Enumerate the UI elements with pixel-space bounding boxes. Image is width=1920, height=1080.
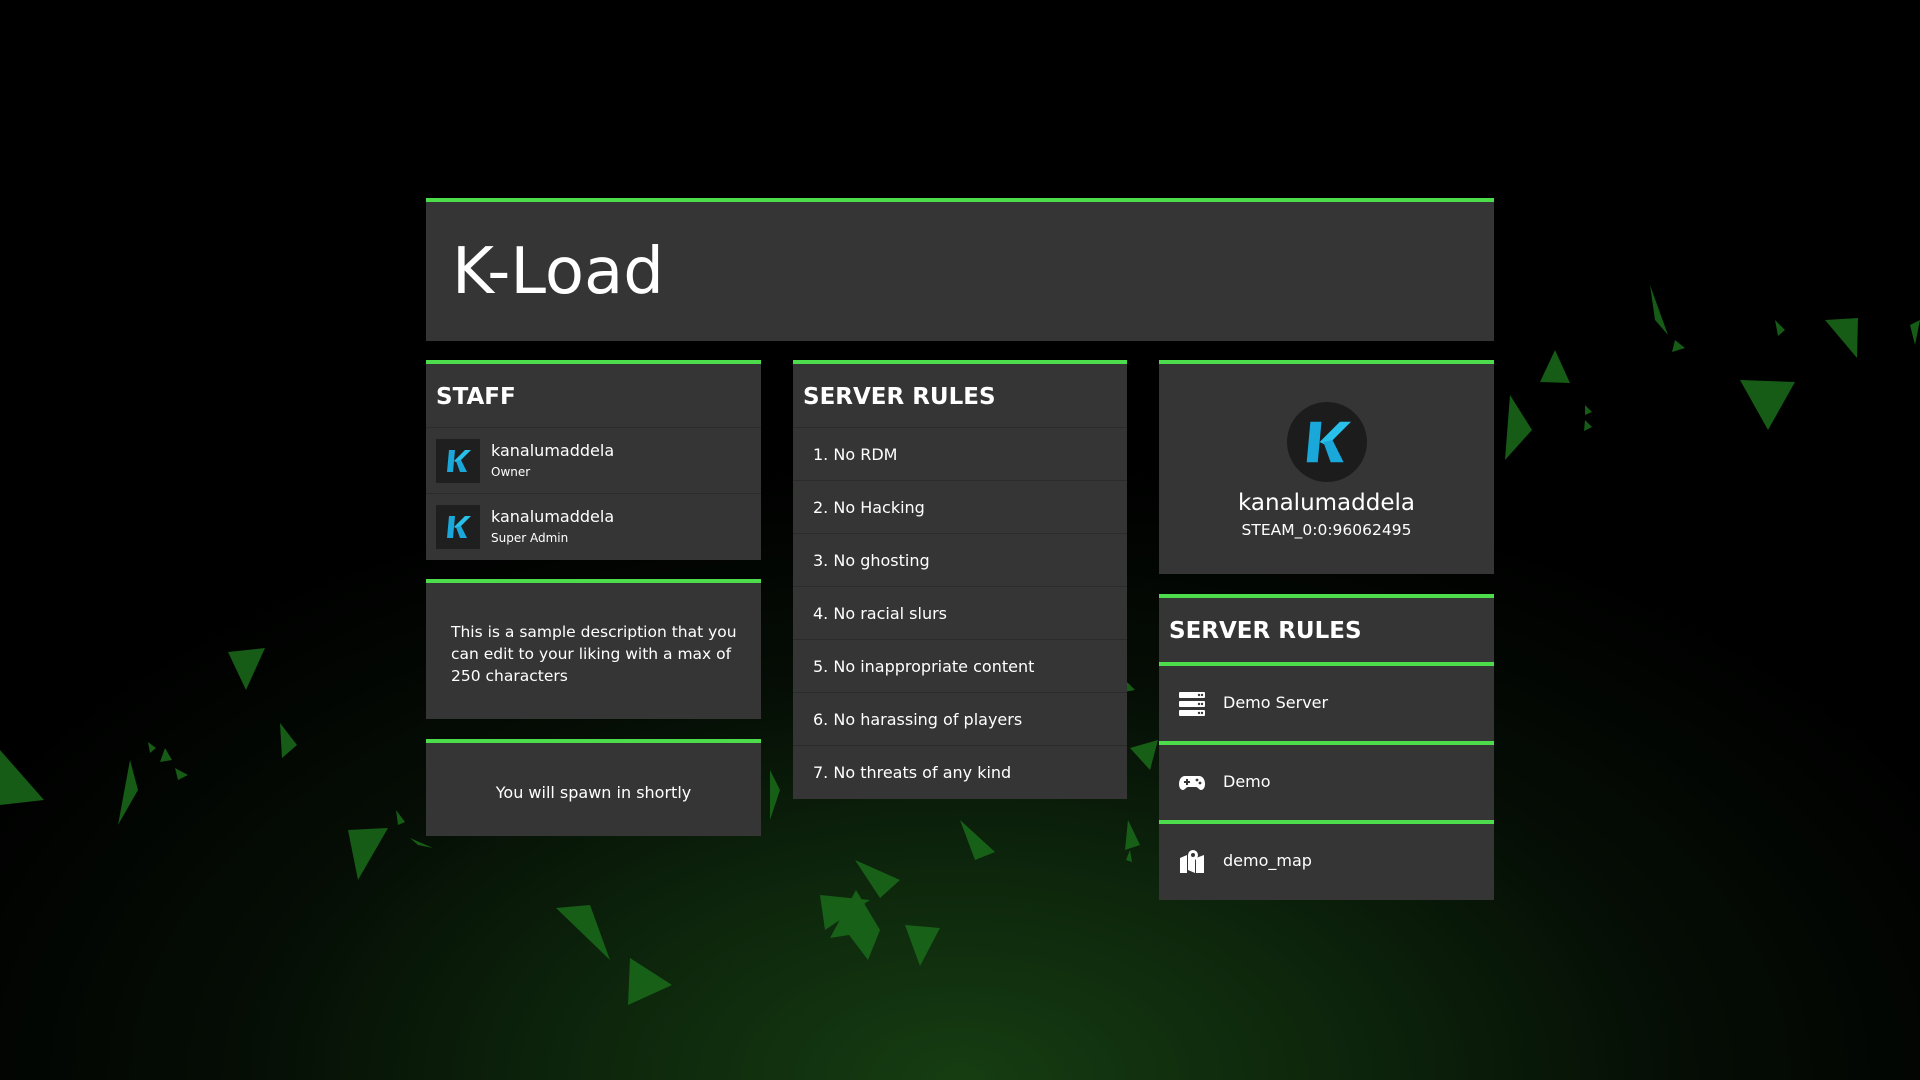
staff-member: kanalumaddela Owner — [426, 428, 761, 494]
staff-name: kanalumaddela — [491, 507, 615, 526]
spawn-message: You will spawn in shortly — [495, 783, 692, 802]
map-name: demo_map — [1223, 851, 1312, 870]
profile-steamid: STEAM_0:0:96062495 — [1241, 521, 1412, 539]
profile-panel: kanalumaddela STEAM_0:0:96062495 — [1159, 360, 1494, 574]
staff-name: kanalumaddela — [491, 441, 615, 460]
page-title: K-Load — [452, 235, 664, 309]
gamepad-icon — [1178, 770, 1206, 796]
rule-item: 4. No racial slurs — [793, 587, 1127, 640]
server-name-row: Demo Server — [1159, 662, 1494, 741]
staff-panel: STAFF kanalumaddela Owner kanalumaddela … — [426, 360, 761, 560]
rule-item: 7. No threats of any kind — [813, 763, 1012, 782]
description-text: This is a sample description that you ca… — [451, 623, 737, 685]
rules-title: SERVER RULES — [793, 364, 1127, 428]
staff-member: kanalumaddela Super Admin — [426, 494, 761, 560]
rule-item: 5. No inappropriate content — [793, 640, 1127, 693]
server-name: Demo Server — [1223, 693, 1329, 712]
staff-title: STAFF — [426, 364, 761, 428]
gamemode-row: Demo — [1159, 741, 1494, 820]
server-icon — [1178, 691, 1206, 717]
staff-role: Owner — [491, 465, 531, 479]
map-row: demo_map — [1159, 820, 1494, 899]
spawn-panel: You will spawn in shortly — [426, 739, 761, 836]
k-logo-icon — [447, 450, 471, 472]
avatar — [436, 439, 480, 483]
map-icon — [1178, 849, 1206, 875]
server-info-panel: SERVER RULES Demo Server Demo demo_map — [1159, 594, 1494, 900]
k-logo-icon — [447, 516, 471, 538]
header-panel: K-Load — [426, 198, 1494, 341]
rule-item: 6. No harassing of players — [793, 693, 1127, 746]
k-logo-icon — [1306, 421, 1351, 463]
rule-item: 3. No ghosting — [793, 534, 1127, 587]
profile-name: kanalumaddela — [1238, 490, 1415, 516]
rule-item: 1. No RDM — [793, 428, 1127, 481]
server-info-title: SERVER RULES — [1169, 618, 1362, 644]
staff-role: Super Admin — [491, 531, 569, 545]
avatar — [436, 505, 480, 549]
rules-panel: SERVER RULES 1. No RDM 2. No Hacking 3. … — [793, 360, 1127, 799]
gamemode-name: Demo — [1223, 772, 1271, 791]
rule-item: 2. No Hacking — [793, 481, 1127, 534]
description-panel: This is a sample description that you ca… — [426, 579, 761, 719]
profile-avatar — [1287, 402, 1367, 482]
